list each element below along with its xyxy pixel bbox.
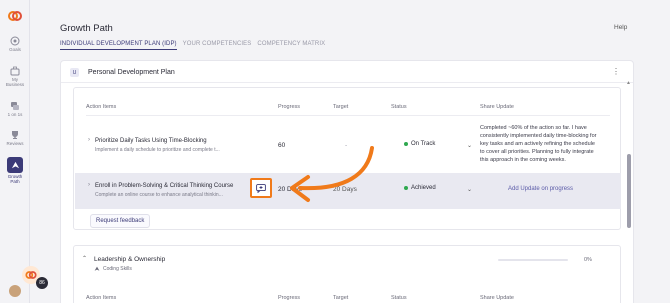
action-items-table: Action Items Progress Target Status Shar… bbox=[73, 87, 621, 230]
column-header: Progress bbox=[278, 104, 301, 110]
progress-value[interactable]: 20 Days bbox=[278, 186, 302, 193]
status-dot-icon bbox=[404, 186, 408, 190]
tab-competency-matrix[interactable]: COMPETENCY MATRIX bbox=[257, 41, 325, 47]
status-label: On Track bbox=[411, 141, 436, 147]
sidebar-item-label: Goals bbox=[9, 47, 21, 52]
sidebar-item-label: Reviews bbox=[6, 141, 24, 146]
column-header: Action Items bbox=[86, 295, 117, 301]
sidebar-item-goals[interactable]: Goals bbox=[0, 36, 30, 52]
notification-count-badge: 86 bbox=[36, 277, 48, 289]
status-dropdown[interactable]: On Track bbox=[404, 141, 435, 147]
sidebar-item-label: Growth Path bbox=[7, 174, 23, 184]
section-progress-percent: 0% bbox=[584, 257, 592, 263]
sidebar-item-label: 1 on 1s bbox=[7, 112, 23, 117]
user-avatar[interactable] bbox=[9, 285, 21, 297]
page-title: Growth Path bbox=[60, 23, 113, 34]
add-update-link[interactable]: Add Update on progress bbox=[508, 186, 573, 192]
chevron-down-icon[interactable]: ⌄ bbox=[467, 142, 472, 149]
target-icon bbox=[10, 36, 20, 46]
target-value: - bbox=[345, 142, 348, 149]
sidebar-item-my-business[interactable]: My Business bbox=[0, 66, 30, 87]
sidebar: Goals My Business 1 on 1s Reviews Growth… bbox=[0, 0, 48, 303]
more-options-icon[interactable]: ⋮ bbox=[612, 67, 620, 76]
chat-icon bbox=[11, 102, 19, 110]
comment-plus-icon bbox=[256, 183, 266, 193]
status-label: Achieved bbox=[411, 185, 436, 191]
competency-section: ⌃ Leadership & Ownership Coding Skills 0… bbox=[73, 245, 621, 303]
account-badge[interactable]: 86 bbox=[22, 266, 48, 292]
action-item-description: Complete an online course to enhance ana… bbox=[95, 192, 223, 198]
action-item-title[interactable]: Prioritize Daily Tasks Using Time-Blocki… bbox=[95, 138, 207, 144]
briefcase-icon bbox=[10, 66, 20, 76]
sidebar-item-growth-path[interactable]: Growth Path bbox=[0, 157, 30, 184]
share-update-text: Completed ~60% of the action so far. I h… bbox=[480, 125, 597, 163]
target-value: 20 Days bbox=[333, 186, 357, 193]
section-title[interactable]: Leadership & Ownership bbox=[94, 256, 165, 263]
action-item-description: Implement a daily schedule to prioritize… bbox=[95, 147, 220, 153]
column-header: Share Update bbox=[480, 295, 514, 301]
column-header: Status bbox=[391, 295, 407, 301]
column-header: Action Items bbox=[86, 104, 117, 110]
skill-tag: Coding Skills bbox=[94, 266, 132, 272]
column-header: Status bbox=[391, 104, 407, 110]
development-plan-card: U Personal Development Plan ⋮ Action Ite… bbox=[60, 60, 634, 303]
tab-idp[interactable]: INDIVIDUAL DEVELOPMENT PLAN (IDP) bbox=[60, 41, 177, 47]
tab-your-competencies[interactable]: YOUR COMPETENCIES bbox=[183, 41, 252, 47]
tab-bar: INDIVIDUAL DEVELOPMENT PLAN (IDP) YOUR C… bbox=[60, 41, 325, 47]
skill-icon bbox=[94, 266, 100, 271]
progress-value[interactable]: 60 bbox=[278, 142, 285, 149]
status-dot-icon bbox=[404, 142, 408, 146]
section-progress-bar bbox=[498, 259, 568, 261]
plan-icon: U bbox=[70, 68, 79, 77]
sidebar-item-label: My Business bbox=[5, 77, 25, 87]
scrollbar[interactable]: ▲ bbox=[626, 80, 632, 300]
expand-chevron-icon[interactable]: › bbox=[88, 182, 90, 188]
active-tab-indicator bbox=[60, 49, 177, 50]
column-header: Target bbox=[333, 104, 349, 110]
column-header: Target bbox=[333, 295, 349, 301]
request-feedback-button[interactable]: Request feedback bbox=[90, 214, 151, 228]
chevron-down-icon[interactable]: ⌄ bbox=[467, 186, 472, 193]
growth-path-icon bbox=[7, 157, 23, 173]
sidebar-item-reviews[interactable]: Reviews bbox=[0, 130, 30, 146]
divider bbox=[86, 115, 610, 116]
scroll-thumb[interactable] bbox=[627, 154, 631, 228]
card-title: Personal Development Plan bbox=[88, 69, 175, 76]
skill-tag-label: Coding Skills bbox=[103, 266, 132, 272]
add-comment-button[interactable] bbox=[250, 178, 272, 198]
app-logo-icon[interactable] bbox=[8, 9, 22, 23]
collapse-chevron-icon[interactable]: ⌃ bbox=[82, 255, 87, 262]
sidebar-item-1on1s[interactable]: 1 on 1s bbox=[0, 101, 30, 117]
column-header: Share Update bbox=[480, 104, 514, 110]
scroll-up-icon[interactable]: ▲ bbox=[626, 80, 631, 86]
help-link[interactable]: Help bbox=[614, 24, 627, 31]
column-header: Progress bbox=[278, 295, 301, 301]
card-header: U Personal Development Plan ⋮ bbox=[61, 61, 633, 83]
trophy-icon bbox=[12, 131, 18, 139]
status-dropdown[interactable]: Achieved bbox=[404, 185, 436, 191]
expand-chevron-icon[interactable]: › bbox=[88, 137, 90, 143]
action-item-title[interactable]: Enroll in Problem-Solving & Critical Thi… bbox=[95, 183, 233, 189]
